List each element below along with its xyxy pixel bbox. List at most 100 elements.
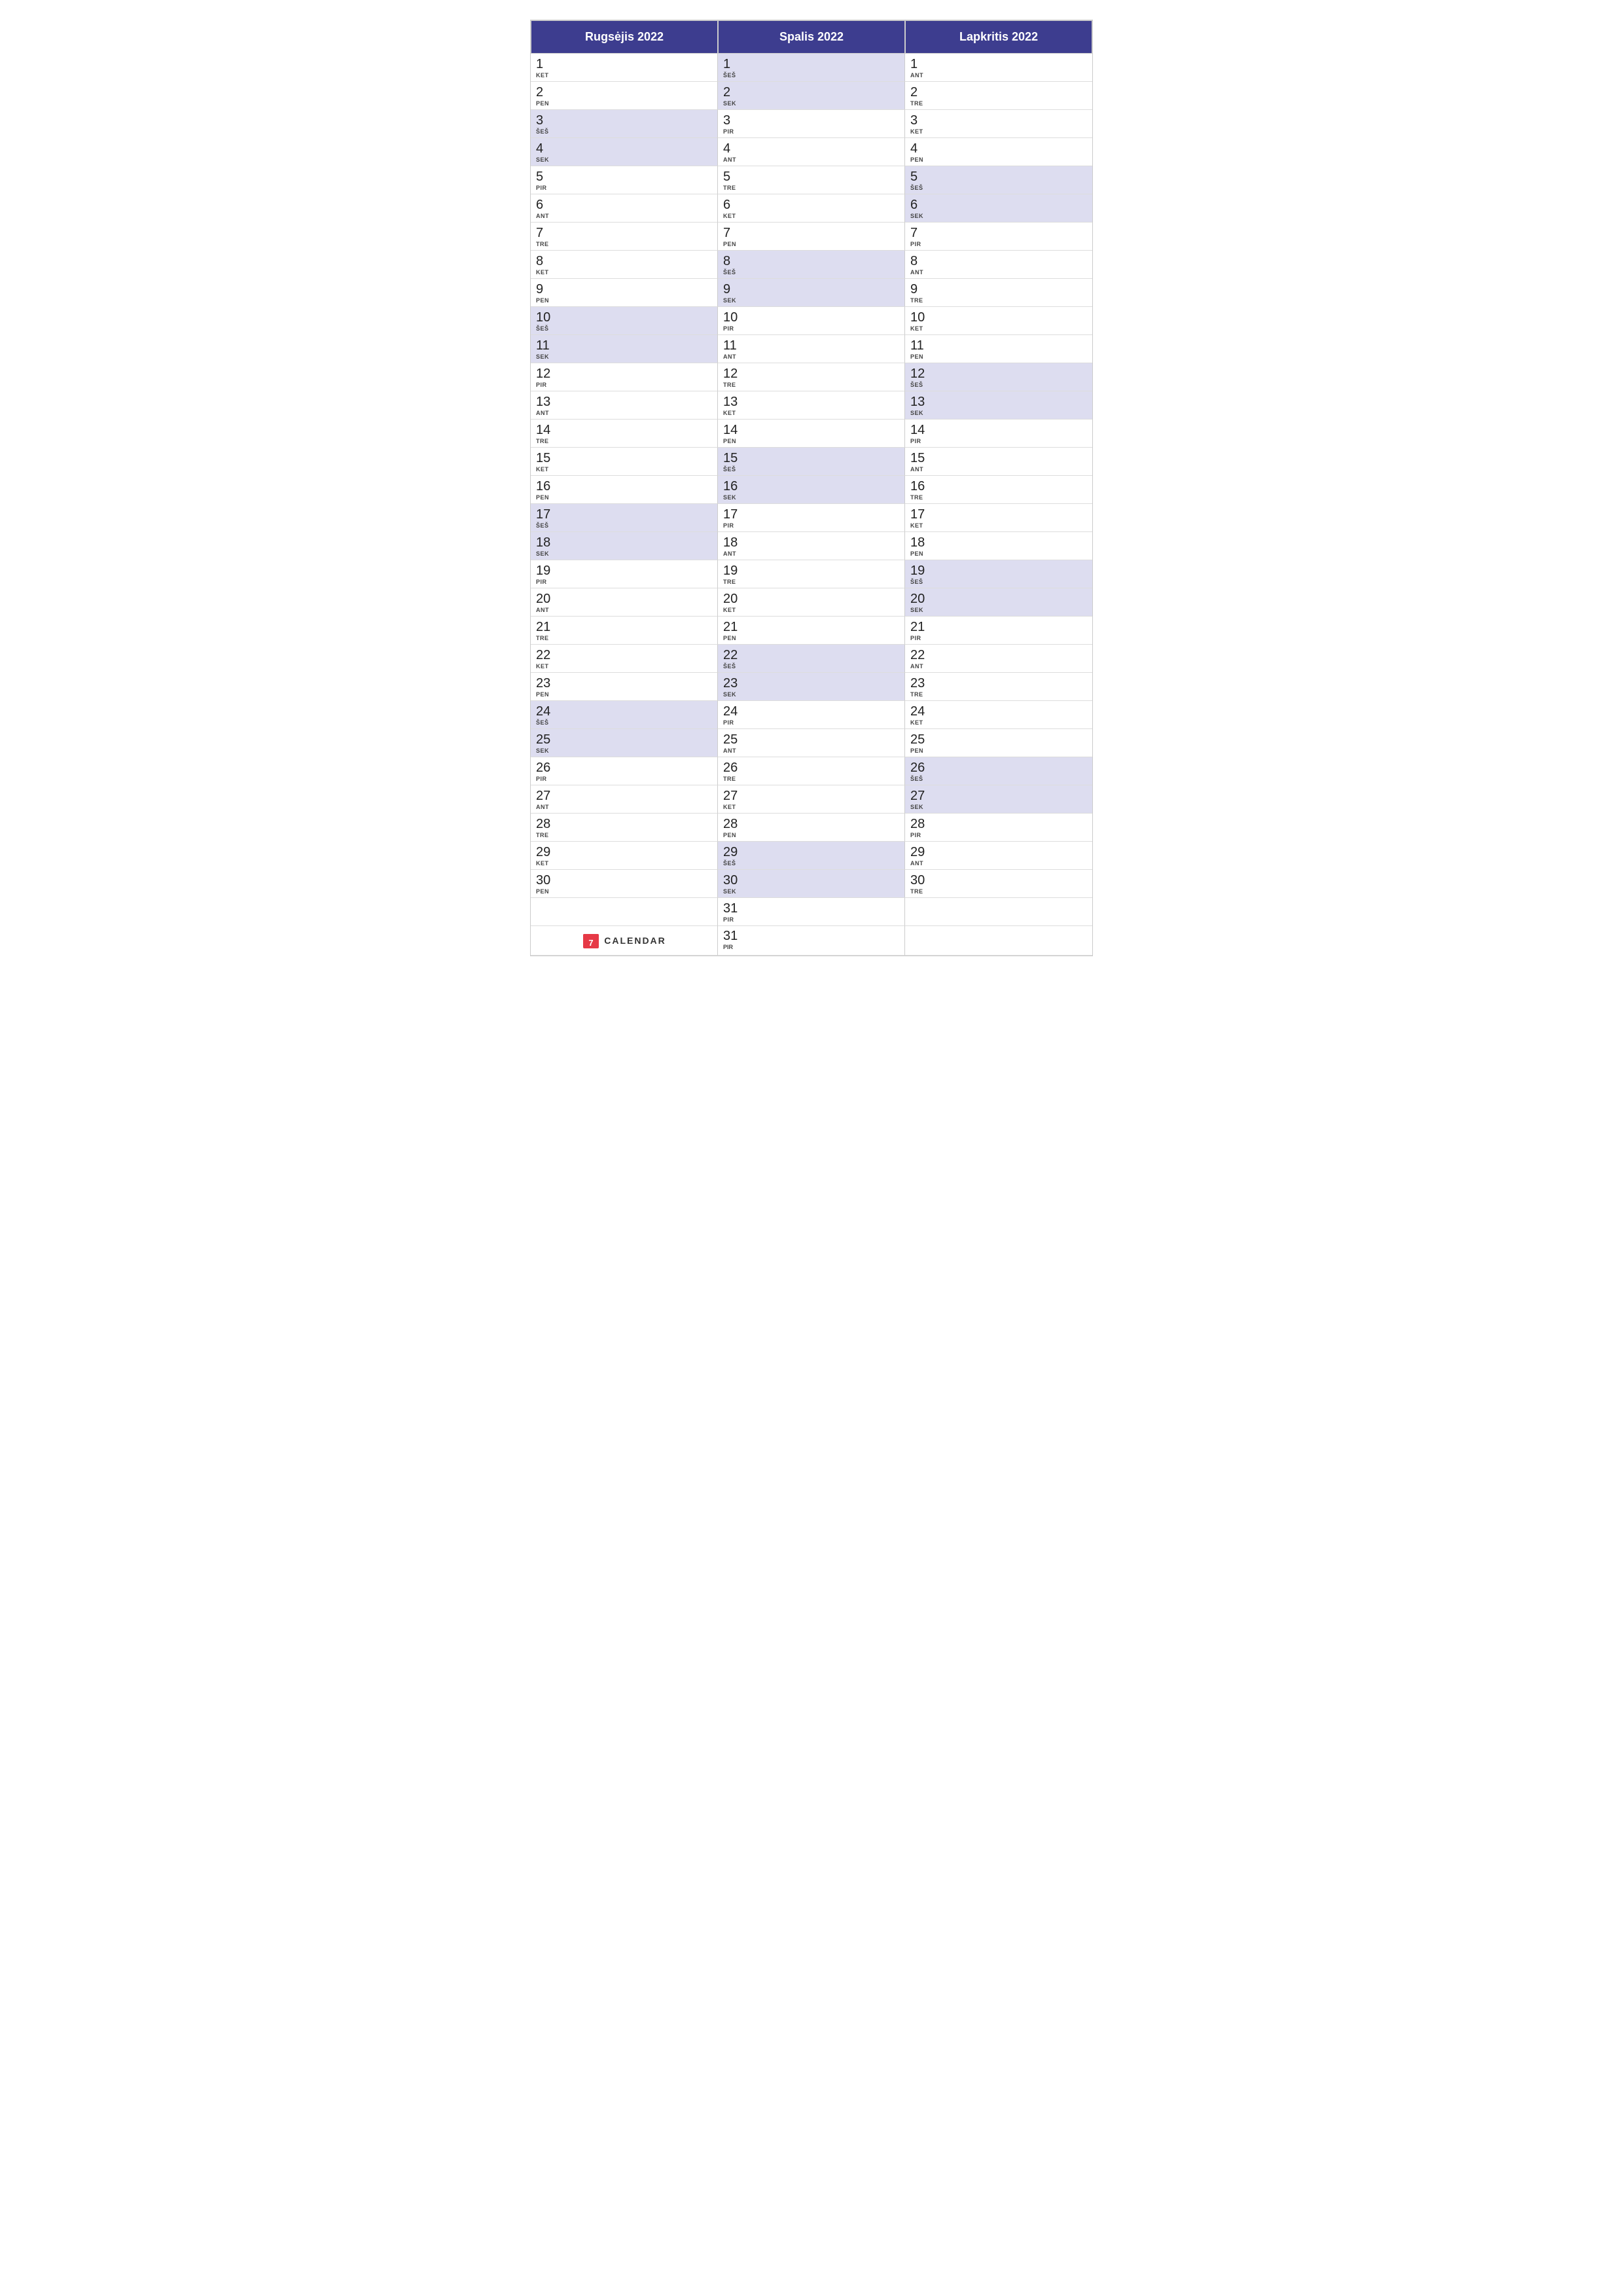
day-number: 26 xyxy=(536,760,712,776)
month-header-1: Rugsėjis 2022 xyxy=(531,20,718,54)
day-name: PEN xyxy=(723,241,899,247)
day-name: KET xyxy=(910,719,1087,726)
day-cell: 16TRE xyxy=(905,476,1092,504)
day-name: ŠEŠ xyxy=(536,522,712,529)
day-cell: 8ANT xyxy=(905,251,1092,279)
day-name: PEN xyxy=(910,353,1087,360)
day-cell: 19ŠEŠ xyxy=(905,560,1092,588)
day-cell: 4PEN xyxy=(905,138,1092,166)
day-name: ANT xyxy=(536,607,712,613)
day-number: 1 xyxy=(723,56,899,72)
day-cell: 18ANT xyxy=(718,532,905,560)
day-cell: 1KET xyxy=(531,54,718,82)
day-name: ANT xyxy=(910,269,1087,276)
day-cell: 27ANT xyxy=(531,785,718,814)
day-number: 6 xyxy=(723,197,899,213)
day-number: 27 xyxy=(910,788,1087,804)
day-name: PIR xyxy=(910,241,1087,247)
day-number: 28 xyxy=(536,816,712,832)
day-number: 26 xyxy=(723,760,899,776)
day-name: KET xyxy=(723,213,899,219)
day-number: 23 xyxy=(910,675,1087,691)
day-cell: 25SEK xyxy=(531,729,718,757)
day-cell: 13ANT xyxy=(531,391,718,420)
day-name: PEN xyxy=(536,494,712,501)
day-cell xyxy=(531,898,718,926)
day-number: 2 xyxy=(536,84,712,100)
day-cell: 11SEK xyxy=(531,335,718,363)
day-number: 21 xyxy=(723,619,899,635)
day-cell: 10KET xyxy=(905,307,1092,335)
day-name: PIR xyxy=(723,522,899,529)
month-header-2: Spalis 2022 xyxy=(718,20,905,54)
day-cell: 23TRE xyxy=(905,673,1092,701)
day-number: 15 xyxy=(910,450,1087,466)
day-cell: 12ŠEŠ xyxy=(905,363,1092,391)
day-number: 11 xyxy=(910,338,1087,353)
day-cell: 9PEN xyxy=(531,279,718,307)
day-cell: 2TRE xyxy=(905,82,1092,110)
day-number: 30 xyxy=(536,872,712,888)
day-number: 17 xyxy=(910,507,1087,522)
day-number: 5 xyxy=(910,169,1087,185)
day-cell: 12TRE xyxy=(718,363,905,391)
day-cell: 6KET xyxy=(718,194,905,223)
day-cell: 19TRE xyxy=(718,560,905,588)
day-name: TRE xyxy=(910,691,1087,698)
day-cell: 16PEN xyxy=(531,476,718,504)
day-number: 20 xyxy=(723,591,899,607)
day-number: 28 xyxy=(910,816,1087,832)
day-name: SEK xyxy=(536,156,712,163)
day-cell: 11ANT xyxy=(718,335,905,363)
day-name: ŠEŠ xyxy=(536,128,712,135)
day-cell: 17ŠEŠ xyxy=(531,504,718,532)
day-cell: 2PEN xyxy=(531,82,718,110)
day-cell: 20SEK xyxy=(905,588,1092,617)
day-number: 10 xyxy=(536,310,712,325)
day-number: 19 xyxy=(910,563,1087,579)
day-cell: 16SEK xyxy=(718,476,905,504)
day-number: 14 xyxy=(910,422,1087,438)
day-number: 6 xyxy=(536,197,712,213)
day-cell: 7PIR xyxy=(905,223,1092,251)
day-number: 1 xyxy=(910,56,1087,72)
day-number: 12 xyxy=(910,366,1087,382)
day-cell: 14TRE xyxy=(531,420,718,448)
day-name: PIR xyxy=(723,944,899,950)
day-name: ŠEŠ xyxy=(910,382,1087,388)
calendar-logo-icon: 7 xyxy=(582,931,600,950)
day-number: 1 xyxy=(536,56,712,72)
day-cell: 24KET xyxy=(905,701,1092,729)
day-cell: 13KET xyxy=(718,391,905,420)
day-name: TRE xyxy=(536,241,712,247)
day-cell: 3KET xyxy=(905,110,1092,138)
day-number: 2 xyxy=(910,84,1087,100)
day-number: 27 xyxy=(536,788,712,804)
day-number: 9 xyxy=(723,281,899,297)
day-cell: 24ŠEŠ xyxy=(531,701,718,729)
day-number: 12 xyxy=(723,366,899,382)
day-cell: 8KET xyxy=(531,251,718,279)
day-number: 9 xyxy=(536,281,712,297)
day-name: ŠEŠ xyxy=(910,185,1087,191)
day-cell: 30SEK xyxy=(718,870,905,898)
day-number: 22 xyxy=(723,647,899,663)
day-number: 25 xyxy=(910,732,1087,747)
day-name: PEN xyxy=(536,888,712,895)
day-cell: 30PEN xyxy=(531,870,718,898)
day-cell: 11PEN xyxy=(905,335,1092,363)
day-cell: 1ŠEŠ xyxy=(718,54,905,82)
day-cell xyxy=(905,898,1092,926)
day-cell: 21TRE xyxy=(531,617,718,645)
day-cell: 4SEK xyxy=(531,138,718,166)
month-header-3: Lapkritis 2022 xyxy=(905,20,1092,54)
day-number: 20 xyxy=(910,591,1087,607)
day-number: 8 xyxy=(910,253,1087,269)
day-name: SEK xyxy=(723,888,899,895)
day-number: 17 xyxy=(723,507,899,522)
day-number: 23 xyxy=(723,675,899,691)
day-number: 25 xyxy=(536,732,712,747)
day-cell: 21PEN xyxy=(718,617,905,645)
day-number: 29 xyxy=(536,844,712,860)
day-name: ŠEŠ xyxy=(723,466,899,473)
